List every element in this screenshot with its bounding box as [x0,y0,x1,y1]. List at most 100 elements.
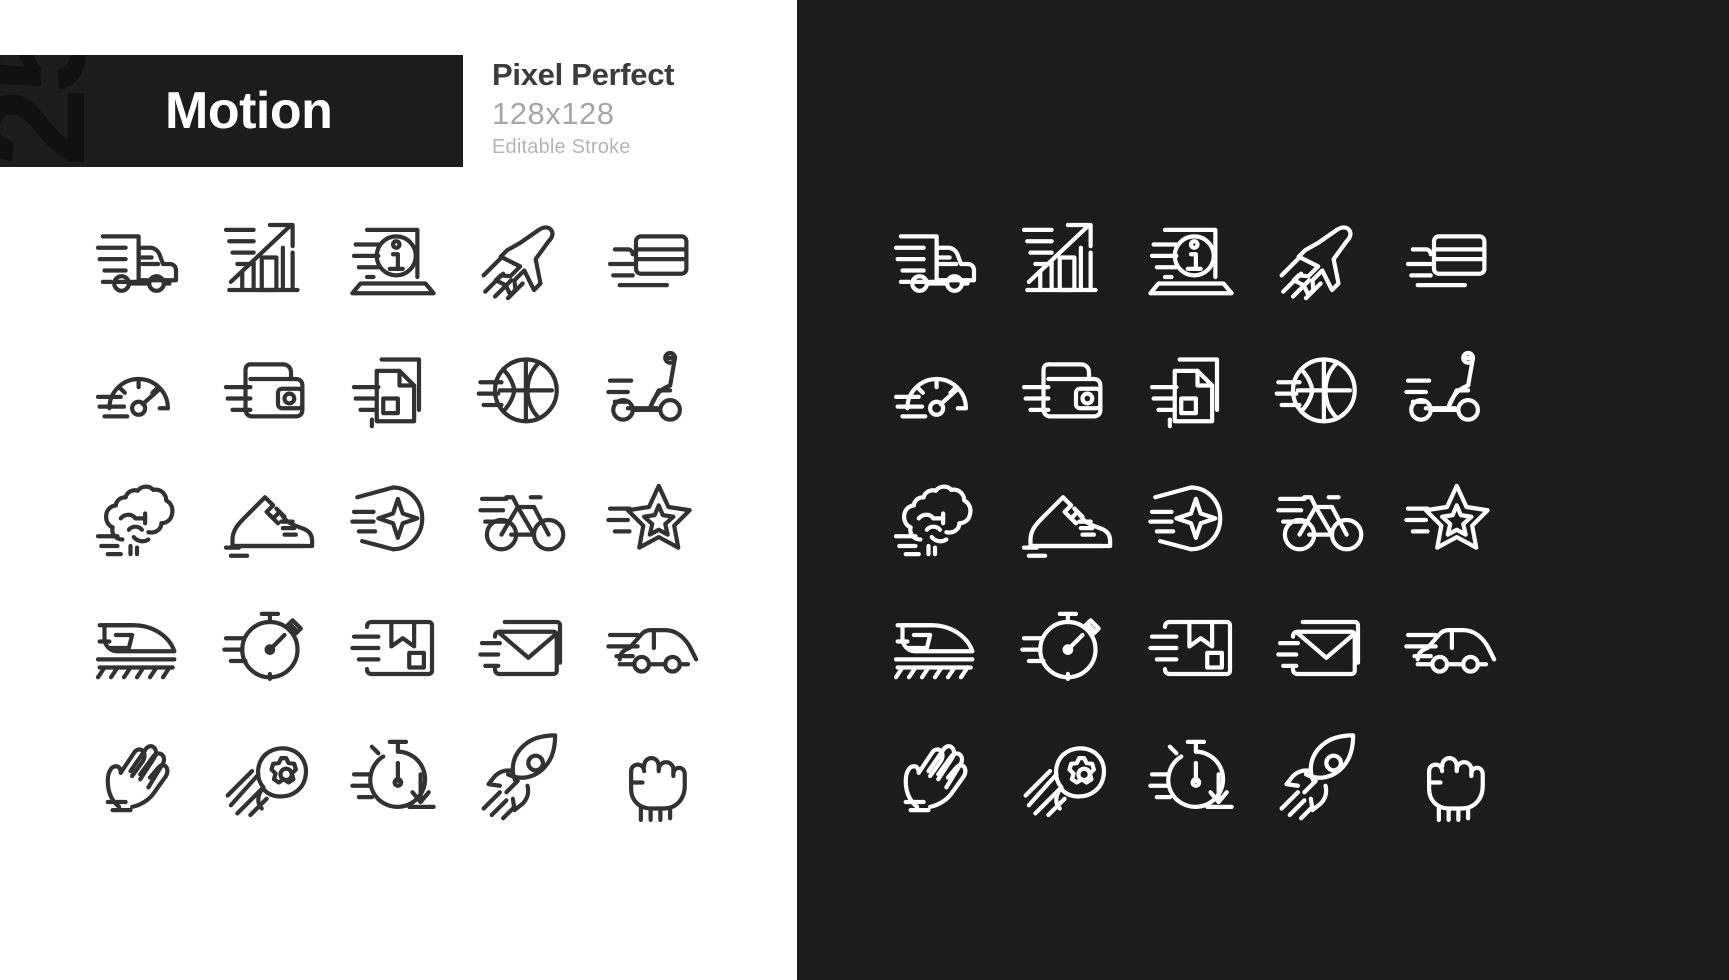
envelope-mail-icon [1267,596,1371,700]
icon-cell[interactable] [999,200,1127,328]
wallet-money-icon [1011,340,1115,444]
raised-fist-icon [1395,724,1499,828]
icon-cell[interactable] [1383,456,1511,584]
icon-cell[interactable] [1255,200,1383,328]
running-shoe-icon [1011,468,1115,572]
scooter-moped-icon [597,340,701,444]
icon-cell[interactable] [457,584,585,712]
icon-cell[interactable] [73,328,201,456]
icon-cell[interactable] [1255,584,1383,712]
high-speed-train-icon [883,596,987,700]
credit-card-payment-icon [1395,212,1499,316]
icon-cell[interactable] [1383,328,1511,456]
icon-cell[interactable] [1255,712,1383,840]
sheet-header: 25 Motion Pixel Perfect 128x128 Editable… [0,55,797,167]
icon-cell[interactable] [585,456,713,584]
basketball-ball-icon [1267,340,1371,444]
icon-cell[interactable] [1127,328,1255,456]
icon-cell[interactable] [999,328,1127,456]
icon-cell[interactable] [201,712,329,840]
bicycle-icon [1267,468,1371,572]
category-title-plate: 25 Motion [0,55,463,167]
rocket-launch-icon [1267,724,1371,828]
icon-cell[interactable] [73,456,201,584]
icon-cell[interactable] [1383,712,1511,840]
timer-download-icon [1139,724,1243,828]
icon-cell[interactable] [871,712,999,840]
stopwatch-timer-icon [213,596,317,700]
brain-thinking-icon [85,468,189,572]
sparkle-shine-icon [1139,468,1243,572]
icon-cell[interactable] [201,328,329,456]
icon-cell[interactable] [585,584,713,712]
bicycle-icon [469,468,573,572]
pixel-perfect-label: Pixel Perfect [492,57,675,92]
documents-transfer-icon [341,340,445,444]
airplane-takeoff-icon [469,212,573,316]
icon-set-sheet: 25 Motion Pixel Perfect 128x128 Editable… [0,0,1729,980]
running-shoe-icon [213,468,317,572]
package-box-icon [341,596,445,700]
icon-cell[interactable] [999,712,1127,840]
icon-cell[interactable] [1383,584,1511,712]
icon-cell[interactable] [457,328,585,456]
fast-delivery-truck-icon [85,212,189,316]
icon-cell[interactable] [1127,584,1255,712]
icon-cell[interactable] [329,456,457,584]
icon-cell[interactable] [457,200,585,328]
icon-cell[interactable] [871,328,999,456]
icon-cell[interactable] [1255,328,1383,456]
icon-cell[interactable] [871,584,999,712]
icon-cell[interactable] [1255,456,1383,584]
timer-download-icon [341,724,445,828]
icon-cell[interactable] [999,456,1127,584]
package-box-icon [1139,596,1243,700]
gear-speed-icon [213,724,317,828]
high-speed-train-icon [85,596,189,700]
icon-grid-light [73,200,713,840]
icon-cell[interactable] [585,328,713,456]
brain-thinking-icon [883,468,987,572]
raised-fist-icon [597,724,701,828]
icon-cell[interactable] [585,712,713,840]
growth-chart-arrow-icon [1011,212,1115,316]
dark-theme-panel [797,0,1729,980]
icon-cell[interactable] [329,584,457,712]
icon-cell[interactable] [73,584,201,712]
icon-cell[interactable] [201,456,329,584]
icon-cell[interactable] [201,200,329,328]
icon-cell[interactable] [73,200,201,328]
star-favorite-icon [597,468,701,572]
envelope-mail-icon [469,596,573,700]
laptop-information-icon [341,212,445,316]
rocket-launch-icon [469,724,573,828]
icon-cell[interactable] [201,584,329,712]
light-theme-panel: 25 Motion Pixel Perfect 128x128 Editable… [0,0,797,980]
icon-cell[interactable] [329,712,457,840]
icon-cell[interactable] [1127,712,1255,840]
category-title: Motion [165,82,333,140]
icon-cell[interactable] [999,584,1127,712]
editable-stroke-label: Editable Stroke [492,136,631,159]
icon-cell[interactable] [871,456,999,584]
icon-cell[interactable] [329,200,457,328]
fast-car-icon [597,596,701,700]
basketball-ball-icon [469,340,573,444]
icon-cell[interactable] [457,712,585,840]
icon-cell[interactable] [871,200,999,328]
laptop-information-icon [1139,212,1243,316]
fast-delivery-truck-icon [883,212,987,316]
icon-cell[interactable] [1383,200,1511,328]
airplane-takeoff-icon [1267,212,1371,316]
icon-cell[interactable] [585,200,713,328]
icon-cell[interactable] [457,456,585,584]
credit-card-payment-icon [597,212,701,316]
gear-speed-icon [1011,724,1115,828]
scooter-moped-icon [1395,340,1499,444]
icon-cell[interactable] [1127,200,1255,328]
icon-cell[interactable] [1127,456,1255,584]
icon-cell[interactable] [329,328,457,456]
icon-size-label: 128x128 [492,95,615,131]
icon-cell[interactable] [73,712,201,840]
icon-grid-dark [871,200,1511,840]
